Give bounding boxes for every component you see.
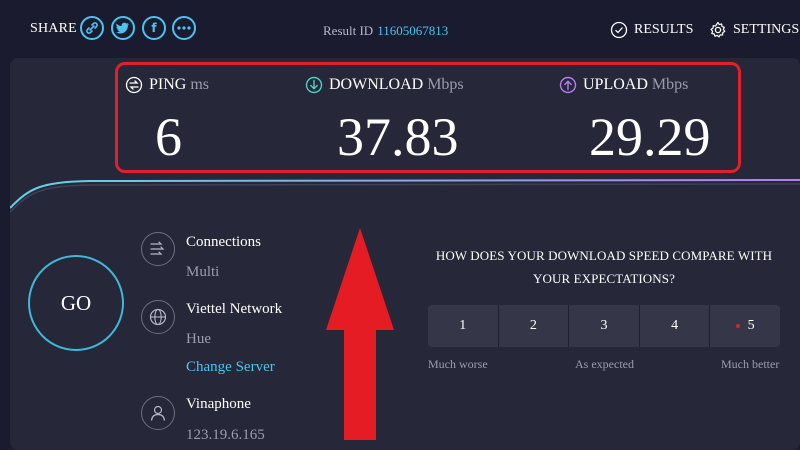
top-bar: SHARE f Result ID 11605067813 RESULTS SET… <box>0 0 800 58</box>
ping-title: PING <box>149 76 187 93</box>
more-icon[interactable] <box>172 16 196 40</box>
download-title: DOWNLOAD <box>329 76 424 93</box>
upload-title: UPLOAD <box>583 76 648 93</box>
twitter-icon[interactable] <box>111 16 135 40</box>
download-value: 37.83 <box>337 107 459 167</box>
red-arrow-annotation <box>326 228 394 440</box>
scale-mid-label: As expected <box>575 357 634 371</box>
server-name: Viettel Network <box>186 301 283 317</box>
scale-low-label: Much worse <box>428 357 488 371</box>
results-label: RESULTS <box>634 22 694 37</box>
upload-icon <box>559 76 577 94</box>
settings-label: SETTINGS <box>733 22 800 37</box>
rating-option-1[interactable]: 1 <box>428 305 498 347</box>
rating-option-3[interactable]: 3 <box>569 305 639 347</box>
download-icon <box>305 76 323 94</box>
upload-label: UPLOAD Mbps <box>559 76 688 94</box>
change-server-link[interactable]: Change Server <box>186 359 275 376</box>
share-label: SHARE <box>30 21 77 36</box>
ping-unit: ms <box>190 76 210 93</box>
provider-name: Vinaphone <box>186 396 251 412</box>
rating-scale: 1 2 3 4 5 <box>428 305 780 347</box>
rating-option-5-label: 5 <box>747 318 755 333</box>
settings-button[interactable]: SETTINGS <box>709 21 799 39</box>
ping-label: PING ms <box>125 76 209 94</box>
rating-option-2[interactable]: 2 <box>498 305 569 347</box>
go-button[interactable]: GO <box>28 255 124 351</box>
gear-icon <box>710 21 726 38</box>
cursor-dot <box>735 324 740 328</box>
rating-option-5[interactable]: 5 <box>710 305 780 347</box>
upload-value: 29.29 <box>589 107 711 167</box>
result-id-link[interactable]: 11605067813 <box>377 23 448 38</box>
speed-graph-curve <box>10 179 800 213</box>
facebook-icon[interactable]: f <box>142 16 166 40</box>
results-button[interactable]: RESULTS <box>610 21 693 39</box>
provider-ip: 123.19.6.165 <box>186 427 265 443</box>
connections-value[interactable]: Multi <box>186 264 219 281</box>
result-id: Result ID 11605067813 <box>323 23 448 39</box>
rating-option-4[interactable]: 4 <box>639 305 710 347</box>
go-label: GO <box>60 290 92 315</box>
connections-title: Connections <box>186 234 261 250</box>
survey-question: HOW DOES YOUR DOWNLOAD SPEED COMPARE WIT… <box>435 248 773 286</box>
check-circle-icon <box>610 21 628 39</box>
result-id-label: Result ID <box>323 23 374 38</box>
ping-icon <box>125 76 143 94</box>
connections-icon <box>141 232 175 266</box>
ping-value: 6 <box>155 107 182 167</box>
scale-high-label: Much better <box>721 357 780 371</box>
download-label: DOWNLOAD Mbps <box>305 76 464 94</box>
user-icon <box>141 396 175 430</box>
upload-unit: Mbps <box>651 76 689 93</box>
link-icon[interactable] <box>80 16 104 40</box>
globe-icon <box>141 300 175 334</box>
server-location: Hue <box>186 331 211 347</box>
download-unit: Mbps <box>427 76 464 93</box>
